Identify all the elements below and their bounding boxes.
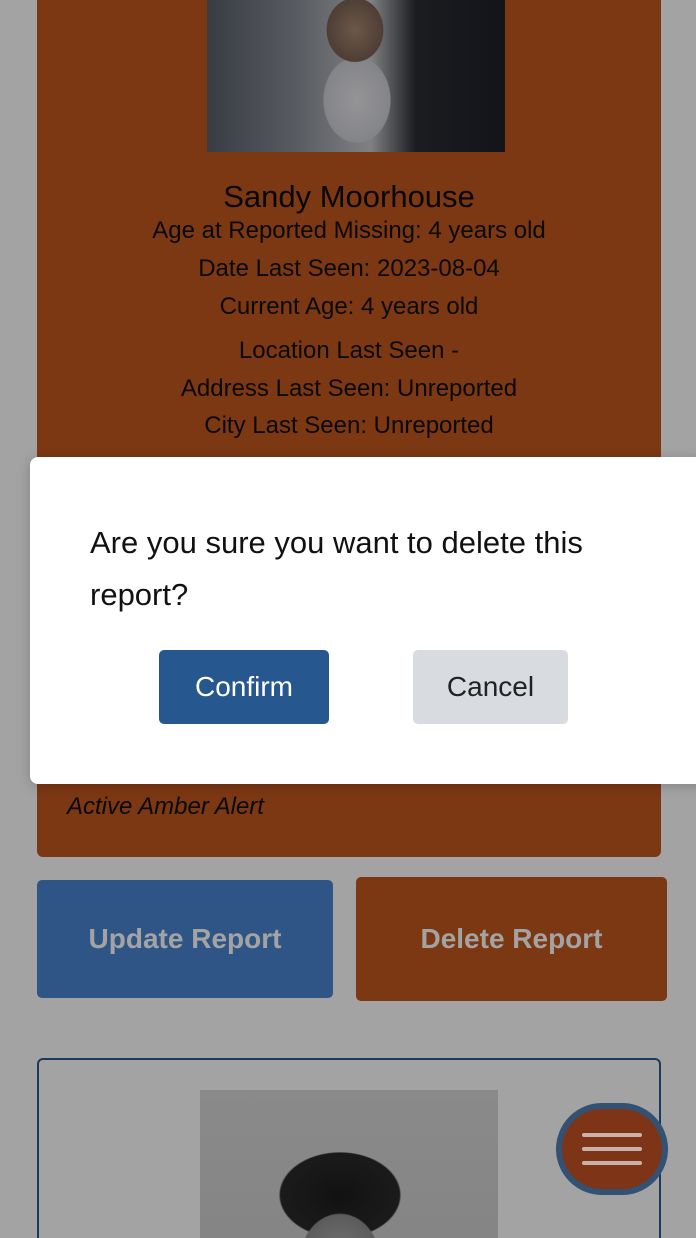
hamburger-menu-icon[interactable] (556, 1103, 668, 1195)
confirm-button[interactable]: Confirm (159, 650, 329, 724)
delete-confirmation-dialog: Are you sure you want to delete this rep… (30, 457, 696, 784)
menu-bar (582, 1133, 642, 1137)
dialog-message: Are you sure you want to delete this rep… (90, 525, 583, 612)
cancel-button[interactable]: Cancel (413, 650, 568, 724)
page: Sandy Moorhouse Age at Reported Missing:… (0, 0, 696, 1238)
menu-bar (582, 1161, 642, 1165)
menu-bar (582, 1147, 642, 1151)
